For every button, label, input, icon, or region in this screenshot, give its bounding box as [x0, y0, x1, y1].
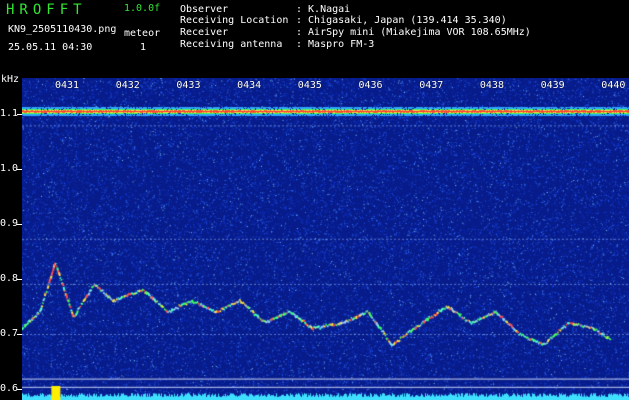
time-tick-label: 0432: [115, 80, 140, 91]
time-tick-label: 0438: [479, 80, 504, 91]
spectrogram-canvas: [22, 78, 629, 400]
field-location-value: : Chigasaki, Japan (139.414 35.340): [296, 15, 507, 26]
spectrogram: 0431 0432 0433 0434 0435 0436 0437 0438 0439 0440: [22, 78, 629, 400]
time-tick-label: 0439: [540, 80, 565, 91]
field-antenna-label: Receiving antenna: [180, 39, 283, 50]
y-tick-label: 1.1: [0, 107, 19, 119]
version-label: 1.0.0f: [124, 3, 161, 14]
field-receiver-label: Receiver: [180, 27, 229, 38]
y-tick-label: 0.9: [0, 217, 19, 229]
time-tick-label: 0440: [601, 80, 626, 91]
y-tick-label: 0.6: [0, 382, 19, 394]
brand-title: HROFFT: [6, 2, 87, 18]
field-location-label: Receiving Location: [180, 15, 289, 26]
time-tick-label: 0431: [55, 80, 80, 91]
y-tick-label: 1.0: [0, 162, 19, 174]
meteor-count: 1: [140, 42, 147, 53]
time-tick-label: 0436: [358, 80, 383, 91]
field-receiver-value: : AirSpy mini (Miakejima VOR 108.65MHz): [296, 27, 531, 38]
y-axis-unit: kHz: [1, 74, 20, 85]
y-tick-label: 0.8: [0, 272, 19, 284]
filename-label: KN9_2505110430.png: [8, 24, 117, 35]
datetime-label: 25.05.11 04:30: [8, 42, 93, 53]
time-tick-label: 0433: [176, 80, 201, 91]
meteor-label: meteor: [124, 28, 161, 39]
time-tick-label: 0434: [237, 80, 262, 91]
y-tick-label: 0.7: [0, 327, 19, 339]
time-tick-label: 0435: [297, 80, 322, 91]
field-antenna-value: : Maspro FM-3: [296, 39, 375, 50]
time-tick-label: 0437: [419, 80, 444, 91]
header-panel: HROFFT 1.0.0f KN9_2505110430.png 25.05.1…: [0, 0, 629, 72]
